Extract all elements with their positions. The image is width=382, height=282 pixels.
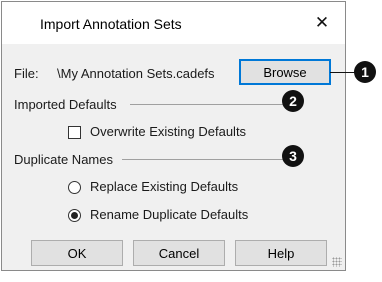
import-annotation-sets-dialog: Import Annotation Sets ✕ File: \My Annot… <box>1 1 346 271</box>
radio-selected-dot <box>71 212 78 219</box>
overwrite-existing-defaults-checkbox[interactable] <box>68 126 81 139</box>
callout-1-leader-line <box>330 72 357 73</box>
help-button-label: Help <box>267 245 295 261</box>
ok-button-label: OK <box>67 245 87 261</box>
callout-3-badge: 3 <box>282 145 304 167</box>
overwrite-existing-defaults-label[interactable]: Overwrite Existing Defaults <box>90 124 246 139</box>
replace-existing-defaults-radio[interactable] <box>68 181 81 194</box>
close-icon[interactable]: ✕ <box>302 8 342 38</box>
cancel-button[interactable]: Cancel <box>133 240 225 266</box>
browse-button-label: Browse <box>263 64 307 80</box>
callout-1-badge: 1 <box>354 61 376 83</box>
file-path-value: \My Annotation Sets.cadefs <box>57 66 215 81</box>
rename-duplicate-defaults-label[interactable]: Rename Duplicate Defaults <box>90 207 248 222</box>
cancel-button-label: Cancel <box>158 245 200 261</box>
browse-button[interactable]: Browse <box>239 59 331 85</box>
title-bar: Import Annotation Sets ✕ <box>2 2 345 44</box>
ok-button[interactable]: OK <box>31 240 123 266</box>
callout-2-badge: 2 <box>282 90 304 112</box>
rename-duplicate-defaults-radio[interactable] <box>68 209 81 222</box>
duplicate-names-group-label: Duplicate Names <box>14 152 113 167</box>
dialog-title: Import Annotation Sets <box>40 16 182 32</box>
file-label: File: <box>14 66 39 81</box>
resize-grip-icon[interactable] <box>332 257 342 267</box>
imported-defaults-group-label: Imported Defaults <box>14 97 117 112</box>
replace-existing-defaults-label[interactable]: Replace Existing Defaults <box>90 179 238 194</box>
duplicate-names-divider <box>122 159 285 160</box>
imported-defaults-divider <box>130 104 285 105</box>
help-button[interactable]: Help <box>235 240 327 266</box>
